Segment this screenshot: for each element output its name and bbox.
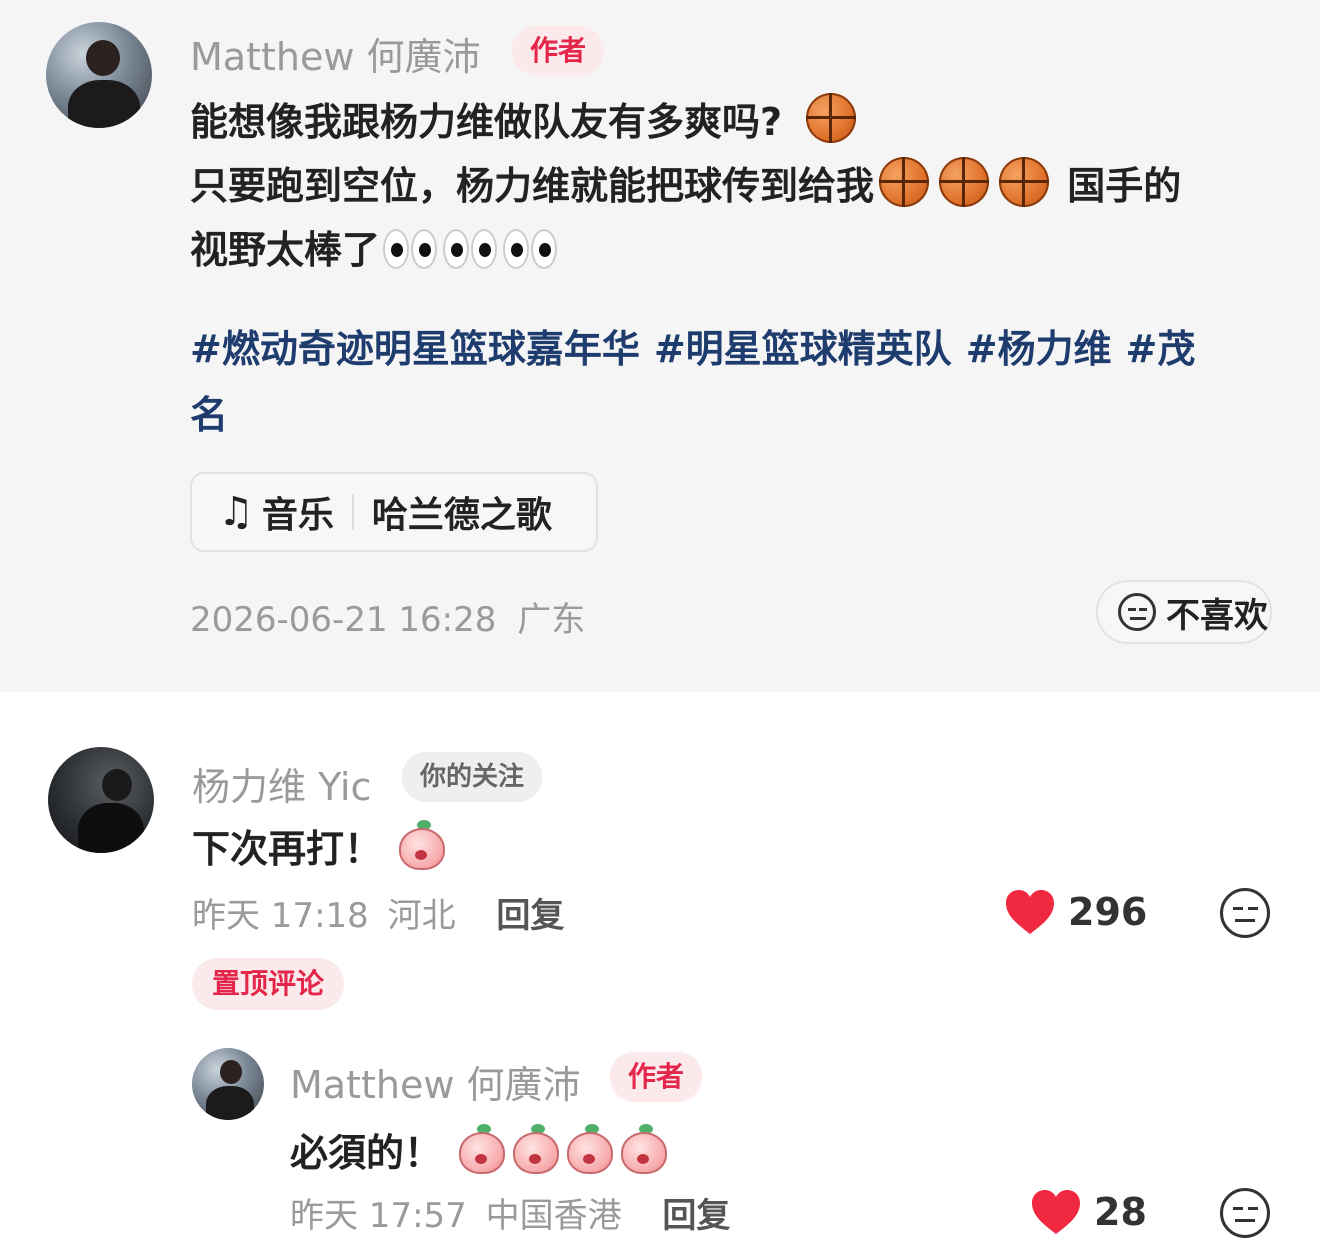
heart-icon[interactable] <box>1030 1188 1082 1236</box>
basketball-icon <box>879 157 930 207</box>
post-location: 广东 <box>517 600 586 640</box>
reply-location: 中国香港 <box>485 1196 622 1236</box>
dislike-label: 不喜欢 <box>1166 595 1268 636</box>
peach-emoji-icon <box>619 1124 669 1176</box>
comment-text: 下次再打！ <box>192 818 449 873</box>
divider <box>351 494 354 530</box>
heart-icon[interactable] <box>1004 888 1056 936</box>
comment-time: 昨天 17:18 <box>192 896 369 936</box>
music-label: 音乐 <box>261 495 334 536</box>
hashtag[interactable]: #燃动奇迹明星篮球嘉年华 <box>190 327 640 371</box>
meh-face-icon[interactable] <box>1220 1188 1270 1238</box>
eyes-icon <box>382 224 438 288</box>
reply-author-name[interactable]: Matthew 何廣沛 <box>290 1054 581 1109</box>
reply-button[interactable]: 回复 <box>496 896 564 936</box>
following-badge: 你的关注 <box>402 752 543 802</box>
comment-location: 河北 <box>387 896 456 936</box>
peach-emoji-icon <box>397 820 447 872</box>
eyes-icon <box>502 224 558 288</box>
commenter-name[interactable]: 杨力维 Yic <box>192 756 371 811</box>
post-line-1: 能想像我跟杨力维做队友有多爽吗? <box>190 90 1280 154</box>
meh-face-icon <box>1118 593 1156 631</box>
eyes-icon <box>442 224 498 288</box>
basketball-icon <box>999 157 1050 207</box>
comment-meta: 昨天 17:18 河北 回复 <box>192 888 564 937</box>
basketball-icon <box>806 93 857 143</box>
post-line-3: 视野太棒了 <box>190 218 1280 288</box>
author-avatar[interactable] <box>46 22 152 128</box>
reply-time: 昨天 17:57 <box>290 1196 467 1236</box>
post-card: Matthew 何廣沛 作者 能想像我跟杨力维做队友有多爽吗? 只要跑到空位，杨… <box>0 0 1320 692</box>
meh-face-icon[interactable] <box>1220 888 1270 938</box>
music-title: 哈兰德之歌 <box>371 495 552 536</box>
author-name[interactable]: Matthew 何廣沛 <box>190 26 481 81</box>
author-badge: 作者 <box>610 1052 703 1102</box>
music-note-icon: ♫ <box>218 489 254 535</box>
hashtag[interactable]: #明星篮球精英队 <box>654 327 952 371</box>
peach-emoji-icon <box>457 1124 507 1176</box>
post-meta: 2026-06-21 16:28 广东 <box>190 592 585 641</box>
commenter-avatar[interactable] <box>48 747 154 853</box>
hashtag[interactable]: #杨力维 <box>966 327 1112 371</box>
basketball-icon <box>939 157 990 207</box>
post-body: 能想像我跟杨力维做队友有多爽吗? 只要跑到空位，杨力维就能把球传到给我 国手的 … <box>190 90 1280 288</box>
reply-author-avatar[interactable] <box>192 1048 264 1120</box>
pinned-comment-badge: 置顶评论 <box>192 958 345 1010</box>
hashtag-list: #燃动奇迹明星篮球嘉年华 #明星篮球精英队 #杨力维 #茂名 <box>190 316 1280 448</box>
peach-emoji-icon <box>511 1124 561 1176</box>
like-count: 28 <box>1094 1190 1147 1234</box>
reply-text: 必須的！ <box>290 1122 671 1177</box>
post-line-2: 只要跑到空位，杨力维就能把球传到给我 国手的 <box>190 154 1280 218</box>
author-badge: 作者 <box>512 26 605 76</box>
peach-emoji-icon <box>565 1124 615 1176</box>
music-chip[interactable]: ♫ 音乐 哈兰德之歌 <box>190 472 598 552</box>
reply-button[interactable]: 回复 <box>662 1196 730 1236</box>
post-timestamp: 2026-06-21 16:28 <box>190 600 497 640</box>
dislike-button[interactable]: 不喜欢 <box>1096 580 1272 644</box>
reply-meta: 昨天 17:57 中国香港 回复 <box>290 1188 730 1237</box>
like-count: 296 <box>1068 890 1148 934</box>
